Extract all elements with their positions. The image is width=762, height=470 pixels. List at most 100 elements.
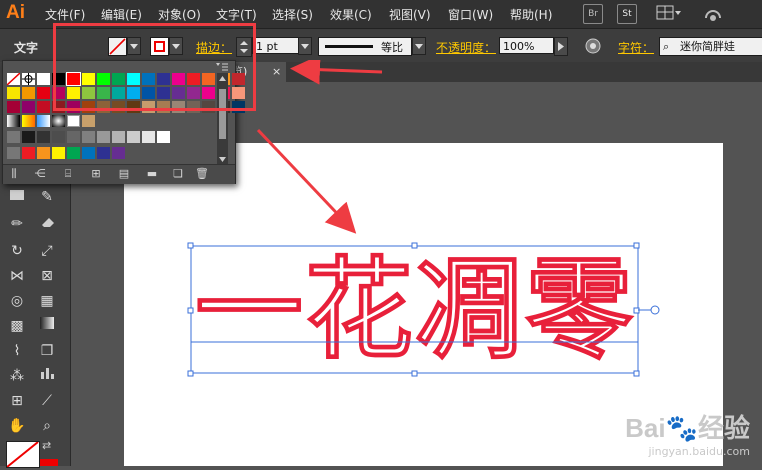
character-label[interactable]: 字符： xyxy=(618,39,654,56)
symbol-sprayer-tool-icon[interactable]: ⁂ xyxy=(6,366,28,386)
stroke-profile-select[interactable]: 等比 xyxy=(318,37,412,56)
eyedropper-tool-icon[interactable]: ⌇ xyxy=(6,341,28,361)
swatch-row5-4[interactable] xyxy=(82,147,95,159)
swatch-radial[interactable] xyxy=(52,115,65,127)
rectangle-tool-icon[interactable] xyxy=(6,187,28,207)
swatch-options-icon[interactable]: ⌸ xyxy=(61,166,75,182)
swatch-row4-1[interactable] xyxy=(37,131,50,143)
menu-object[interactable]: 对象(O) xyxy=(158,6,201,23)
handle-bottom-right[interactable] xyxy=(633,370,640,377)
show-kinds-icon[interactable]: ⋲ xyxy=(33,166,47,182)
swatch-pattern-a[interactable] xyxy=(67,115,80,127)
handle-top-left[interactable] xyxy=(187,242,194,249)
swatch-red-a[interactable] xyxy=(37,87,50,99)
out-port-handle[interactable] xyxy=(650,305,660,315)
scale-tool-icon[interactable]: ⤢ xyxy=(36,241,58,261)
new-color-group-icon[interactable]: ▤ xyxy=(117,166,131,182)
outlined-text[interactable]: 一花凋零 xyxy=(194,245,635,374)
opacity-input[interactable]: 100% xyxy=(499,37,554,54)
swatch-gradient-orange[interactable] xyxy=(22,115,35,127)
opacity-label[interactable]: 不透明度： xyxy=(436,39,496,56)
column-graph-tool-icon[interactable] xyxy=(36,366,58,386)
gradient-tool-icon[interactable] xyxy=(36,316,58,336)
opacity-slider-toggle[interactable] xyxy=(554,37,568,56)
paw-icon: 🐾 xyxy=(665,413,698,443)
swap-colors-icon[interactable]: ⇄ xyxy=(42,439,54,452)
menu-help[interactable]: 帮助(H) xyxy=(510,6,552,23)
handle-bottom-center[interactable] xyxy=(411,370,418,377)
rotate-tool-icon[interactable]: ↻ xyxy=(6,241,28,261)
hand-tool-icon[interactable]: ✋ xyxy=(6,416,28,436)
swatch-orange-a[interactable] xyxy=(22,87,35,99)
pencil-tool-icon[interactable]: ✏ xyxy=(6,214,28,234)
swatch-row5-2[interactable] xyxy=(52,147,65,159)
menu-select[interactable]: 选择(S) xyxy=(272,6,313,23)
eraser-tool-icon[interactable] xyxy=(36,214,58,234)
artboard-tool-icon[interactable]: ⊞ xyxy=(6,391,28,411)
zoom-tool-icon[interactable]: ⌕ xyxy=(36,416,58,436)
arrange-documents-icon[interactable] xyxy=(656,5,681,21)
blend-tool-icon[interactable]: ❐ xyxy=(36,341,58,361)
delete-swatch-icon[interactable]: 🗑 xyxy=(195,166,209,182)
mesh-tool-icon[interactable]: ▩ xyxy=(6,316,28,336)
swatch-registration[interactable] xyxy=(22,73,35,85)
swatch-pattern-b[interactable] xyxy=(82,115,95,127)
menu-file[interactable]: 文件(F) xyxy=(45,6,85,23)
swatch-libraries-icon[interactable]: ⫼ xyxy=(7,166,21,182)
swatch-row4-5[interactable] xyxy=(97,131,110,143)
menu-type[interactable]: 文字(T) xyxy=(216,6,257,23)
handle-top-center[interactable] xyxy=(411,242,418,249)
fill-color-box[interactable] xyxy=(6,441,40,468)
swatch-row5-1[interactable] xyxy=(37,147,50,159)
new-swatch-icon[interactable]: ❏ xyxy=(171,166,185,182)
swatch-row4-0[interactable] xyxy=(22,131,35,143)
free-transform-tool-icon[interactable]: ⊠ xyxy=(36,266,58,286)
stroke-weight-dropdown[interactable] xyxy=(298,37,312,55)
font-family-input[interactable]: ⌕ 迷你简胖娃 xyxy=(659,37,762,56)
swatch-white[interactable] xyxy=(37,73,50,85)
shape-builder-tool-icon[interactable]: ◎ xyxy=(6,291,28,311)
swatch-yellow-a[interactable] xyxy=(7,87,20,99)
watermark-url: jingyan.baidu.com xyxy=(648,445,750,458)
swatch-row4-3[interactable] xyxy=(67,131,80,143)
new-folder-icon[interactable]: ▬ xyxy=(145,166,159,182)
menu-effect[interactable]: 效果(C) xyxy=(330,6,372,23)
stock-icon[interactable]: St xyxy=(617,4,637,24)
width-tool-icon[interactable]: ⋈ xyxy=(6,266,28,286)
swatch-row5-0[interactable] xyxy=(22,147,35,159)
swatch-none[interactable] xyxy=(6,72,21,86)
profile-dropdown[interactable] xyxy=(412,37,426,55)
swatch-folder-gray[interactable] xyxy=(7,131,20,143)
bridge-icon[interactable]: Br xyxy=(583,4,603,24)
swatch-folder-bright[interactable] xyxy=(7,147,20,159)
handle-bottom-left[interactable] xyxy=(187,370,194,377)
swatch-row5-6[interactable] xyxy=(112,147,125,159)
menu-edit[interactable]: 编辑(E) xyxy=(101,6,142,23)
stroke-color-box[interactable] xyxy=(40,459,58,466)
swatch-plum-a[interactable] xyxy=(22,101,35,113)
handle-middle-left[interactable] xyxy=(187,307,194,314)
swatch-row4-6[interactable] xyxy=(112,131,125,143)
menu-view[interactable]: 视图(V) xyxy=(389,6,431,23)
swatch-row5-5[interactable] xyxy=(97,147,110,159)
swatch-gradient-blue[interactable] xyxy=(37,115,50,127)
swatch-row4-2[interactable] xyxy=(52,131,65,143)
slice-tool-icon[interactable]: ⟋ xyxy=(36,391,58,411)
font-name: 迷你简胖娃 xyxy=(680,40,735,53)
arrow-to-swatches xyxy=(290,60,383,85)
paintbrush-tool-icon[interactable]: ✎ xyxy=(36,187,58,207)
recolor-artwork-icon[interactable] xyxy=(584,37,602,58)
menu-window[interactable]: 窗口(W) xyxy=(448,6,493,23)
swatch-row4-8[interactable] xyxy=(142,131,155,143)
sync-settings-icon[interactable] xyxy=(702,4,724,27)
swatch-wine-a[interactable] xyxy=(7,101,20,113)
swatch-row4-9[interactable] xyxy=(157,131,170,143)
perspective-grid-tool-icon[interactable]: ▦ xyxy=(36,291,58,311)
swatch-row5-3[interactable] xyxy=(67,147,80,159)
color-group-icon[interactable]: ⊞ xyxy=(89,166,103,182)
swatch-row4-7[interactable] xyxy=(127,131,140,143)
swatch-crimson-a[interactable] xyxy=(37,101,50,113)
swatch-row4-4[interactable] xyxy=(82,131,95,143)
handle-top-right[interactable] xyxy=(633,242,640,249)
swatch-gradient-bw[interactable] xyxy=(7,115,20,127)
